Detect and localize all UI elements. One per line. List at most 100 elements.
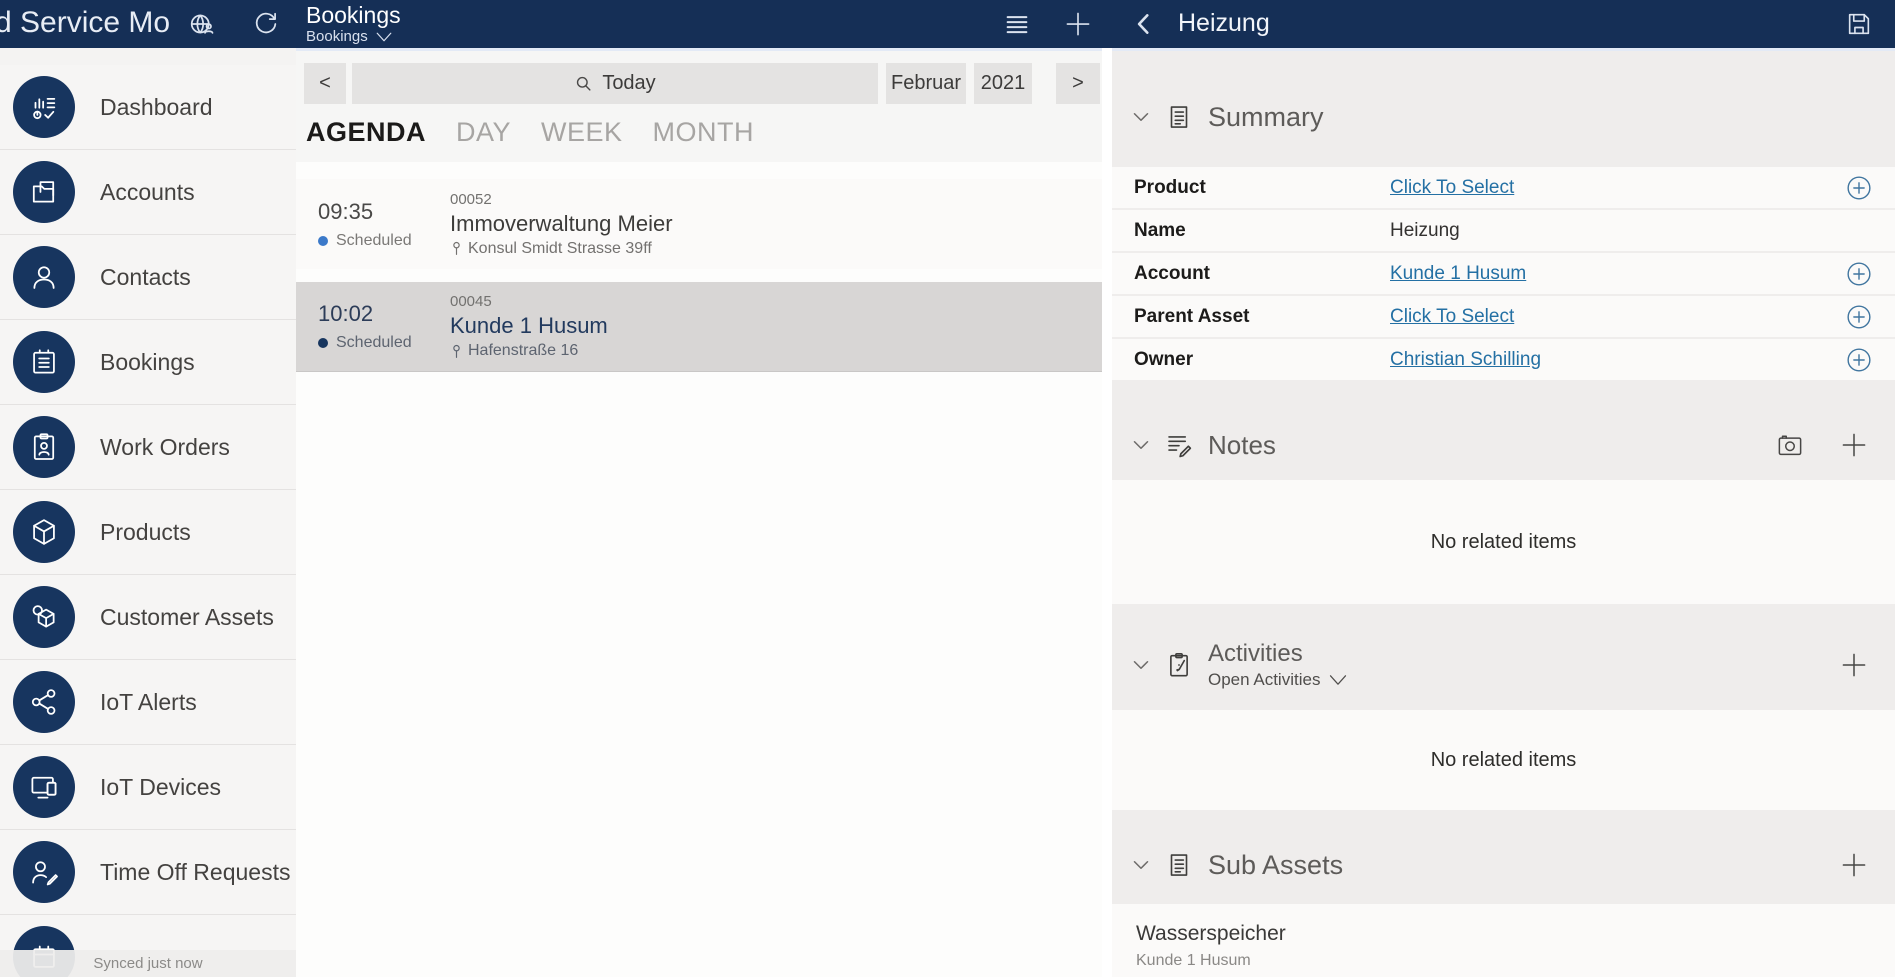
sidebar-item-work-orders[interactable]: Work Orders	[0, 405, 296, 490]
location-pin-icon	[450, 344, 463, 359]
booking-title: Immoverwaltung Meier	[450, 211, 673, 237]
sidebar-item-time-off-requests[interactable]: Time Off Requests	[0, 830, 296, 915]
activities-filter-label: Open Activities	[1208, 670, 1320, 690]
booking-time: 09:35	[318, 199, 450, 225]
sub-asset-list-item[interactable]: Wasserspeicher Kunde 1 Husum	[1112, 904, 1895, 977]
view-tabs: AGENDA DAY WEEK MONTH	[296, 109, 1102, 158]
collapse-chevron-icon[interactable]	[1128, 432, 1154, 458]
add-record-icon[interactable]	[1845, 346, 1873, 374]
booking-item[interactable]: 09:35 Scheduled 00052 Immoverwaltung Mei…	[296, 179, 1102, 269]
search-label: Today	[602, 72, 655, 95]
booking-status: Scheduled	[336, 232, 412, 250]
booking-number: 00052	[450, 191, 673, 208]
collapse-chevron-icon[interactable]	[1128, 104, 1154, 130]
sidebar-item-label: Bookings	[100, 349, 195, 376]
booking-item-selected[interactable]: 10:02 Scheduled 00045 Kunde 1 Husum Hafe…	[296, 282, 1102, 372]
tab-day[interactable]: DAY	[456, 117, 511, 148]
field-row-name: Name Heizung	[1112, 210, 1895, 251]
field-value-link[interactable]: Christian Schilling	[1390, 349, 1541, 370]
prev-label: <	[319, 72, 331, 95]
sidebar-item-label: IoT Alerts	[100, 689, 197, 716]
field-value-link[interactable]: Click To Select	[1390, 177, 1514, 198]
sidebar-item-bookings[interactable]: Bookings	[0, 320, 296, 405]
contacts-icon	[13, 246, 75, 308]
sidebar-item-iot-alerts[interactable]: IoT Alerts	[0, 660, 296, 745]
add-icon[interactable]	[1056, 0, 1100, 48]
camera-icon[interactable]	[1775, 430, 1805, 460]
add-sub-asset-icon[interactable]	[1839, 850, 1869, 880]
sidebar-item-iot-devices[interactable]: IoT Devices	[0, 745, 296, 830]
list-view-icon[interactable]	[995, 0, 1039, 48]
add-record-icon[interactable]	[1845, 303, 1873, 331]
page-title: Bookings	[306, 2, 401, 28]
accounts-icon	[13, 161, 75, 223]
field-value-link[interactable]: Kunde 1 Husum	[1390, 263, 1526, 284]
field-label: Account	[1134, 263, 1390, 285]
summary-fields: Product Click To Select Name Heizung Acc…	[1112, 167, 1895, 382]
chevron-down-icon	[1328, 673, 1348, 687]
month-label: Februar	[891, 72, 961, 95]
next-label: >	[1072, 72, 1084, 95]
tab-month[interactable]: MONTH	[653, 117, 754, 148]
booking-number: 00045	[450, 293, 608, 310]
field-label: Owner	[1134, 349, 1390, 371]
field-value[interactable]: Heizung	[1390, 220, 1845, 242]
sidebar-item-label: Customer Assets	[100, 604, 274, 631]
booking-address: Konsul Smidt Strasse 39ff	[468, 240, 652, 258]
sidebar-nav: Dashboard Accounts Contacts	[0, 48, 296, 977]
customer-assets-icon	[13, 586, 75, 648]
globe-user-icon[interactable]	[182, 0, 222, 48]
add-record-icon[interactable]	[1845, 174, 1873, 202]
field-value-link[interactable]: Click To Select	[1390, 306, 1514, 327]
field-label: Parent Asset	[1134, 306, 1390, 328]
field-row-account: Account Kunde 1 Husum	[1112, 253, 1895, 294]
booking-list: 09:35 Scheduled 00052 Immoverwaltung Mei…	[296, 162, 1102, 372]
month-button[interactable]: Februar	[886, 63, 966, 104]
prev-period-button[interactable]: <	[304, 63, 346, 104]
sidebar-item-label: Dashboard	[100, 94, 213, 121]
field-row-owner: Owner Christian Schilling	[1112, 339, 1895, 380]
tab-agenda[interactable]: AGENDA	[306, 117, 426, 148]
add-record-icon[interactable]	[1845, 260, 1873, 288]
location-pin-icon	[450, 241, 463, 256]
sync-status-text: Synced just now	[93, 955, 202, 972]
work-orders-icon	[13, 416, 75, 478]
back-icon[interactable]	[1124, 0, 1164, 48]
sidebar-item-label: Contacts	[100, 264, 191, 291]
add-activity-icon[interactable]	[1839, 650, 1869, 680]
sub-asset-name: Wasserspeicher	[1136, 922, 1895, 946]
status-dot	[318, 338, 328, 348]
sidebar-item-label: Products	[100, 519, 191, 546]
sidebar-item-dashboard[interactable]: Dashboard	[0, 65, 296, 150]
sidebar-item-contacts[interactable]: Contacts	[0, 235, 296, 320]
top-app-bar: d Service Mo Bookings Bookings	[0, 0, 1895, 48]
field-row-product: Product Click To Select	[1112, 167, 1895, 208]
collapse-chevron-icon[interactable]	[1128, 852, 1154, 878]
section-title: Summary	[1208, 102, 1324, 133]
view-selector[interactable]: Bookings	[306, 28, 401, 45]
sync-icon[interactable]	[246, 0, 286, 48]
sidebar-item-label: Accounts	[100, 179, 195, 206]
sub-asset-subtitle: Kunde 1 Husum	[1136, 952, 1895, 970]
notes-empty-state: No related items	[1112, 480, 1895, 604]
status-dot	[318, 236, 328, 246]
sub-assets-icon	[1164, 850, 1194, 880]
summary-section-header: Summary	[1112, 91, 1895, 143]
sidebar-item-accounts[interactable]: Accounts	[0, 150, 296, 235]
sub-assets-section-header: Sub Assets	[1112, 836, 1895, 894]
tab-week[interactable]: WEEK	[541, 117, 623, 148]
activities-section-header: Activities Open Activities	[1112, 628, 1895, 702]
field-label: Name	[1134, 220, 1390, 242]
app-title: d Service Mo	[0, 6, 170, 40]
page-title-block: Bookings Bookings	[306, 2, 401, 45]
sidebar-item-customer-assets[interactable]: Customer Assets	[0, 575, 296, 660]
year-button[interactable]: 2021	[974, 63, 1032, 104]
date-search-box[interactable]: Today	[352, 63, 878, 104]
next-period-button[interactable]: >	[1056, 63, 1100, 104]
add-note-icon[interactable]	[1839, 430, 1869, 460]
activities-filter[interactable]: Open Activities	[1208, 670, 1348, 690]
sidebar-item-label: Time Off Requests	[100, 859, 290, 886]
save-icon[interactable]	[1837, 0, 1881, 48]
sidebar-item-products[interactable]: Products	[0, 490, 296, 575]
collapse-chevron-icon[interactable]	[1128, 652, 1154, 678]
